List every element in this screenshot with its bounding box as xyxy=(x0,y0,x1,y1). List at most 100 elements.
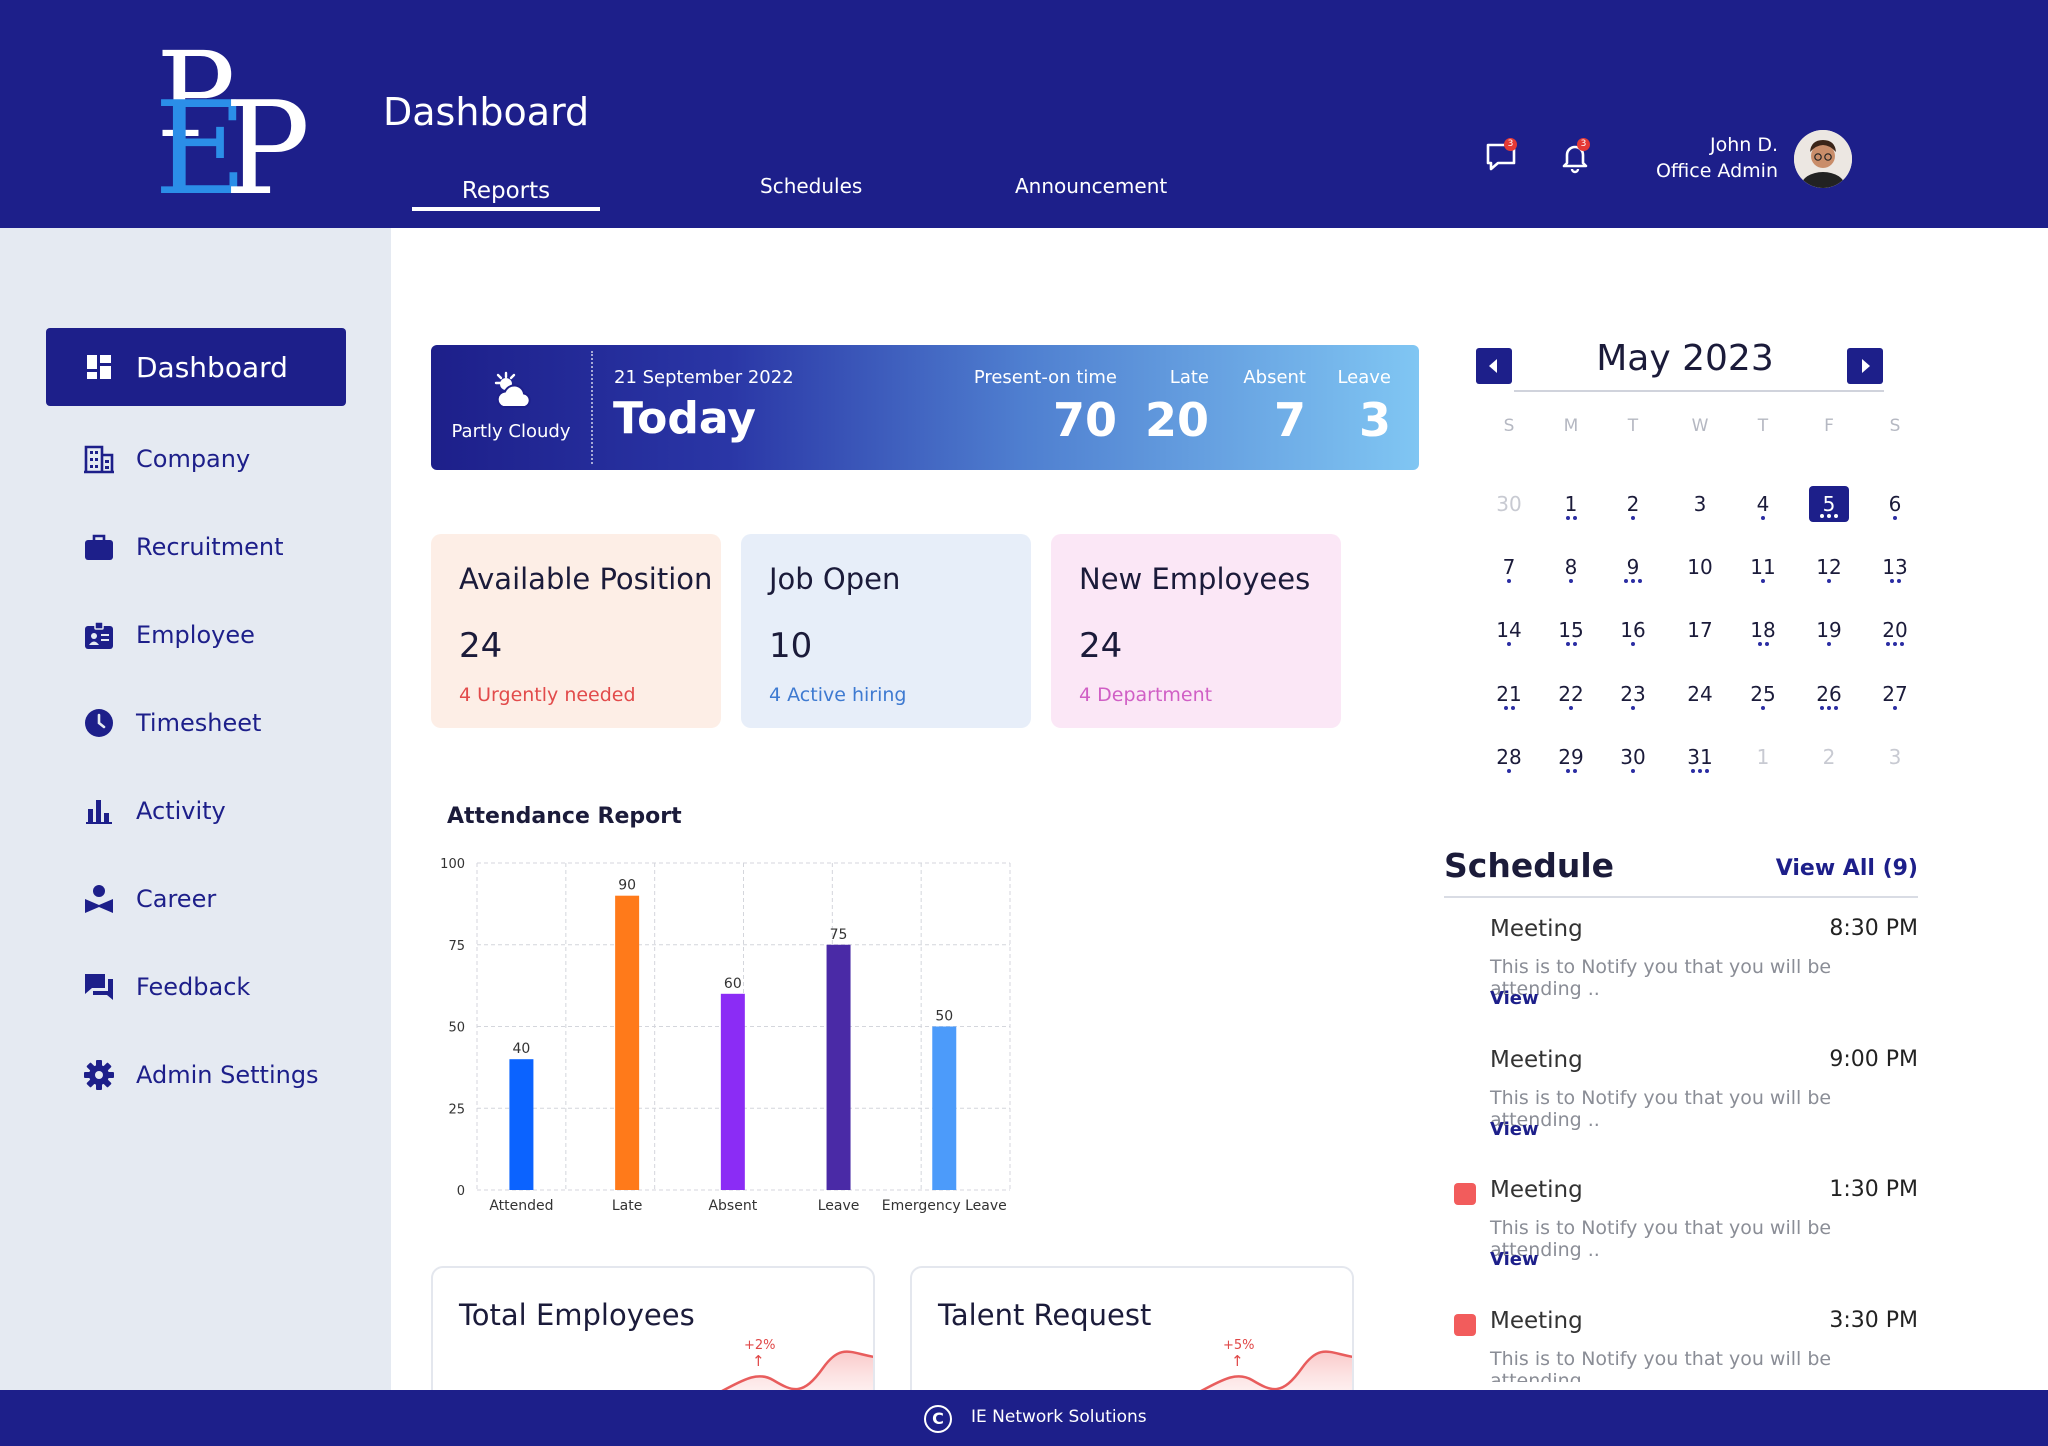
schedule-view-link[interactable]: View xyxy=(1490,1119,1539,1140)
calendar-day[interactable]: 17 xyxy=(1680,612,1720,648)
attendance-summary-banner: Partly Cloudy 21 September 2022 Today Pr… xyxy=(431,345,1419,470)
gear-icon xyxy=(82,1058,116,1092)
data-label: 40 xyxy=(513,1041,531,1057)
page-title: Dashboard xyxy=(383,90,590,134)
calendar-day[interactable]: 3 xyxy=(1680,486,1720,522)
sidebar-item-recruitment[interactable]: Recruitment xyxy=(46,508,346,586)
bar-chart-icon xyxy=(82,794,116,828)
briefcase-icon xyxy=(82,530,116,564)
y-tick-label: 75 xyxy=(448,939,465,954)
priority-marker xyxy=(1454,1314,1476,1336)
card-value: 10 xyxy=(769,626,813,666)
schedule-item-title: Meeting xyxy=(1490,916,1583,942)
calendar-month-title: May 2023 xyxy=(1596,338,1774,379)
avatar[interactable] xyxy=(1794,130,1852,188)
event-dots xyxy=(1809,706,1849,710)
tab-schedules[interactable]: Schedules xyxy=(760,174,862,198)
event-dots xyxy=(1809,642,1849,646)
attendance-bar-chart: 0 25 50 75 100 40 Attended 90 Late 60 Absent 75 Leav… xyxy=(440,857,1011,1214)
messages-icon[interactable]: 3 xyxy=(1484,138,1518,174)
stat-value-leave: 3 xyxy=(1358,393,1391,447)
event-dots xyxy=(1613,579,1653,583)
event-dots xyxy=(1875,642,1915,646)
event-dots xyxy=(1743,706,1783,710)
calendar-prev-button[interactable] xyxy=(1476,348,1512,384)
sidebar-item-career[interactable]: Career xyxy=(46,860,346,938)
sidebar-item-activity[interactable]: Activity xyxy=(46,772,346,850)
chat-icon xyxy=(82,970,116,1004)
user-name[interactable]: John D. xyxy=(1710,134,1778,156)
event-dots xyxy=(1680,769,1720,773)
card-value: 24 xyxy=(459,626,503,666)
event-dots xyxy=(1809,579,1849,583)
tab-announcement[interactable]: Announcement xyxy=(1015,174,1167,198)
weekday-label: W xyxy=(1691,416,1709,436)
event-dots xyxy=(1489,706,1529,710)
calendar-day[interactable]: 10 xyxy=(1680,549,1720,585)
calendar-next-button[interactable] xyxy=(1847,348,1883,384)
sidebar-item-label: Activity xyxy=(136,797,226,825)
partly-cloudy-icon xyxy=(493,371,537,411)
sidebar-item-admin-settings[interactable]: Admin Settings xyxy=(46,1036,346,1114)
bar-emergency-leave xyxy=(932,1026,957,1190)
priority-marker xyxy=(1454,1183,1476,1205)
stat-label-present: Present-on time xyxy=(973,367,1117,388)
card-available-position[interactable]: Available Position 24 4 Urgently needed xyxy=(431,534,721,728)
x-tick-label: Late xyxy=(612,1198,642,1214)
sidebar-item-label: Company xyxy=(136,445,251,473)
schedule-view-link[interactable]: View xyxy=(1490,1249,1539,1270)
event-dots xyxy=(1489,642,1529,646)
stat-value-present: 70 xyxy=(1052,393,1117,447)
schedule-view-link[interactable]: View xyxy=(1490,988,1539,1009)
card-title: Total Employees xyxy=(459,1298,695,1332)
y-tick-label: 0 xyxy=(457,1184,465,1199)
event-dots xyxy=(1809,514,1849,518)
schedule-item: Meeting 8:30 PM This is to Notify you that… xyxy=(1444,916,1918,1036)
calendar-day[interactable]: 2 xyxy=(1809,739,1849,775)
weekday-label: T xyxy=(1627,416,1639,436)
view-all-link[interactable]: View All (9) xyxy=(1776,856,1918,881)
ep-logo[interactable]: PEP xyxy=(150,36,320,214)
sidebar-item-company[interactable]: Company xyxy=(46,420,346,498)
sidebar-item-label: Career xyxy=(136,885,217,913)
event-dots xyxy=(1613,706,1653,710)
data-label: 75 xyxy=(830,927,848,943)
schedule-item-time: 1:30 PM xyxy=(1829,1177,1918,1202)
banner-today: Today xyxy=(613,393,756,444)
calendar-day[interactable]: 30 xyxy=(1489,486,1529,522)
stat-label-leave: Leave xyxy=(1337,367,1391,388)
calendar-day[interactable]: 24 xyxy=(1680,676,1720,712)
active-tab-indicator xyxy=(412,207,600,211)
schedule-item-title: Meeting xyxy=(1490,1308,1583,1334)
data-label: 50 xyxy=(935,1009,953,1025)
sidebar-item-label: Dashboard xyxy=(136,350,288,384)
sidebar-item-employee[interactable]: Employee xyxy=(46,596,346,674)
card-job-open[interactable]: Job Open 10 4 Active hiring xyxy=(741,534,1031,728)
card-value: 24 xyxy=(1079,626,1123,666)
calendar-day[interactable]: 1 xyxy=(1743,739,1783,775)
sidebar-item-timesheet[interactable]: Timesheet xyxy=(46,684,346,762)
stat-label-absent: Absent xyxy=(1243,367,1306,388)
event-dots xyxy=(1875,706,1915,710)
bell-icon[interactable]: 3 xyxy=(1558,138,1592,174)
sidebar-item-feedback[interactable]: Feedback xyxy=(46,948,346,1026)
copyright-icon: C xyxy=(924,1405,952,1433)
schedule-item-description: This is to Notify you that you will be a… xyxy=(1490,1087,1832,1131)
sidebar-item-label: Recruitment xyxy=(136,533,284,561)
sidebar-item-dashboard[interactable]: Dashboard xyxy=(46,328,346,406)
schedule-view-link[interactable]: View xyxy=(1490,1380,1539,1382)
card-title: Job Open xyxy=(769,562,901,596)
event-dots xyxy=(1743,579,1783,583)
user-role: Office Admin xyxy=(1655,160,1778,182)
event-dots xyxy=(1489,769,1529,773)
data-label: 60 xyxy=(724,976,742,992)
event-dots xyxy=(1551,516,1591,520)
sidebar-item-label: Admin Settings xyxy=(136,1061,319,1089)
calendar-day[interactable]: 3 xyxy=(1875,739,1915,775)
card-new-employees[interactable]: New Employees 24 4 Department xyxy=(1051,534,1341,728)
notifications-badge: 3 xyxy=(1577,138,1590,151)
banner-date: 21 September 2022 xyxy=(614,367,794,388)
event-dots xyxy=(1551,769,1591,773)
tab-reports[interactable]: Reports xyxy=(412,178,600,204)
calendar-divider xyxy=(1514,390,1884,392)
